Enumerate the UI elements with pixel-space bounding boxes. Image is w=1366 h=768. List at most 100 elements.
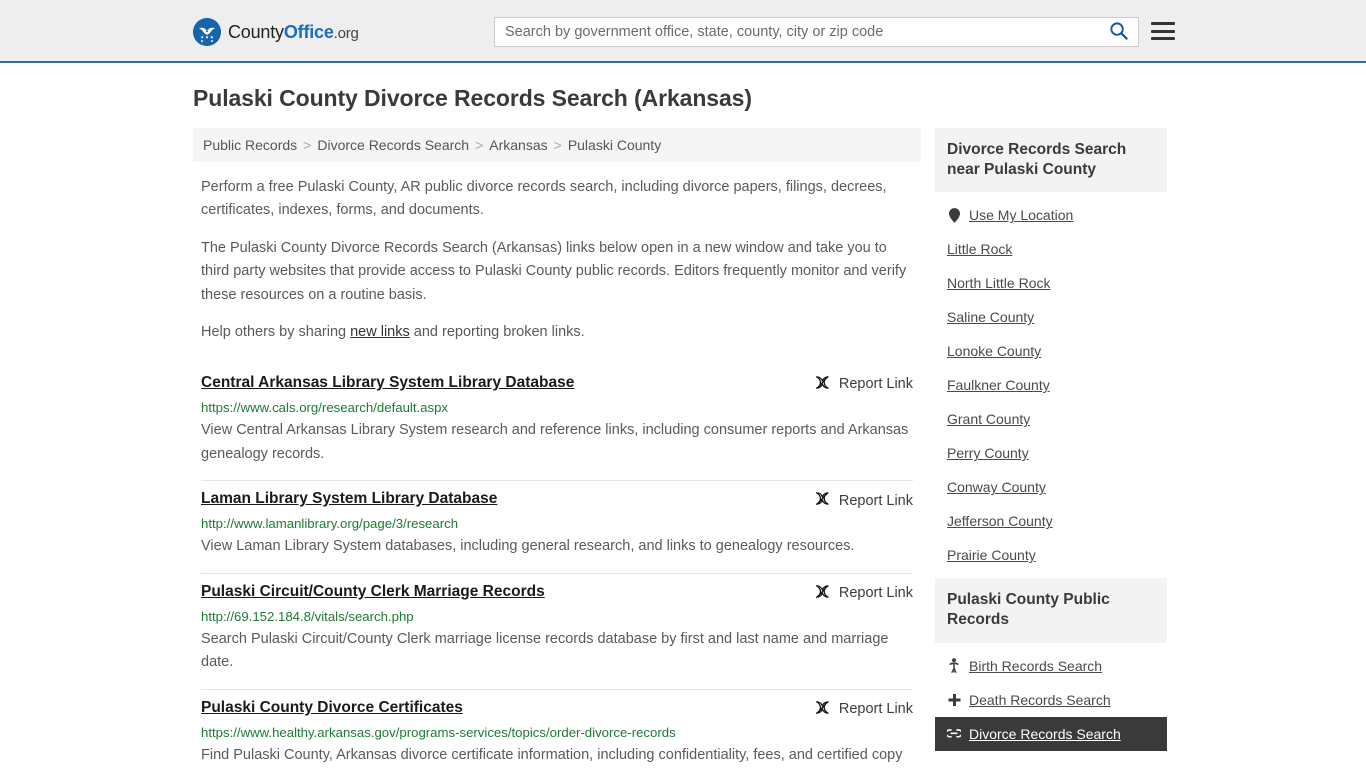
search-button[interactable]	[1098, 18, 1138, 46]
report-link-label: Report Link	[838, 585, 913, 602]
breadcrumb-item-arkansas[interactable]: Arkansas	[489, 137, 547, 153]
report-link-label: Report Link	[838, 376, 913, 393]
sidebar: Divorce Records Search near Pulaski Coun…	[935, 128, 1167, 757]
result-header: Central Arkansas Library System Library …	[201, 373, 913, 395]
baby-icon	[947, 658, 961, 673]
result-item: Pulaski Circuit/County Clerk Marriage Re…	[201, 574, 913, 690]
result-title-link[interactable]: Pulaski Circuit/County Clerk Marriage Re…	[201, 582, 545, 602]
sidebar-item-divorce-records-search[interactable]: Divorce Records Search	[935, 716, 1167, 751]
site-header: CountyOffice.org	[0, 0, 1366, 63]
result-url: http://www.lamanlibrary.org/page/3/resea…	[201, 516, 459, 532]
sidebar-public-records-heading: Pulaski County Public Records	[935, 578, 1167, 643]
sidebar-item-label: Grant County	[947, 411, 1031, 428]
sidebar-item-saline-county[interactable]: Saline County	[935, 300, 1167, 334]
result-header: Laman Library System Library Database Re…	[201, 489, 913, 511]
breadcrumb: Public Records > Divorce Records Search …	[193, 128, 921, 162]
sidebar-item-grant-county[interactable]: Grant County	[935, 402, 1167, 436]
sidebar-item-label: Little Rock	[947, 241, 1013, 258]
result-description: Search Pulaski Circuit/County Clerk marr…	[201, 630, 889, 671]
breadcrumb-item-divorce-records-search[interactable]: Divorce Records Search	[317, 137, 469, 153]
result-item: Central Arkansas Library System Library …	[201, 365, 913, 482]
sidebar-public-records-box: Pulaski County Public Records Birth Reco…	[935, 578, 1167, 751]
sidebar-item-north-little-rock[interactable]: North Little Rock	[935, 266, 1167, 300]
result-description: View Laman Library System databases, inc…	[201, 538, 855, 555]
cross-icon	[947, 693, 961, 707]
sidebar-item-label: Birth Records Search	[969, 657, 1103, 674]
site-logo-text: CountyOffice.org	[228, 22, 359, 43]
broken-link-icon	[814, 374, 831, 395]
content-columns: Public Records > Divorce Records Search …	[193, 128, 1173, 768]
new-links-link[interactable]: new links	[350, 324, 410, 340]
county-office-eagle-icon	[193, 18, 221, 46]
hamburger-bar-2	[1151, 29, 1175, 33]
sidebar-item-label: Use My Location	[969, 207, 1074, 224]
report-link-button[interactable]: Report Link	[814, 489, 913, 511]
intro-paragraph-1: Perform a free Pulaski County, AR public…	[201, 179, 887, 219]
breadcrumb-separator: >	[553, 137, 562, 153]
result-header: Pulaski Circuit/County Clerk Marriage Re…	[201, 582, 913, 604]
result-url: https://www.cals.org/research/default.as…	[201, 399, 449, 415]
sidebar-item-label: Prairie County	[947, 547, 1036, 564]
intro-paragraph-2: The Pulaski County Divorce Records Searc…	[201, 239, 907, 303]
sidebar-item-label: North Little Rock	[947, 275, 1051, 292]
report-link-label: Report Link	[838, 701, 913, 718]
brand-part-tld: .org	[333, 24, 359, 42]
sidebar-item-death-records-search[interactable]: Death Records Search	[935, 683, 1167, 717]
result-description: View Central Arkansas Library System res…	[201, 422, 909, 462]
intro-paragraph-3: Help others by sharing new links and rep…	[201, 321, 913, 344]
report-link-button[interactable]: Report Link	[814, 373, 913, 395]
page-title: Pulaski County Divorce Records Search (A…	[193, 85, 752, 111]
result-url: https://www.healthy.arkansas.gov/program…	[201, 724, 676, 740]
result-title-link[interactable]: Central Arkansas Library System Library …	[201, 373, 574, 393]
header-inner: CountyOffice.org	[0, 0, 1366, 61]
site-logo[interactable]: CountyOffice.org	[193, 18, 359, 46]
sidebar-item-conway-county[interactable]: Conway County	[935, 470, 1167, 504]
sidebar-item-birth-records-search[interactable]: Birth Records Search	[935, 649, 1167, 683]
sidebar-item-label: Saline County	[947, 309, 1035, 326]
hamburger-bar-1	[1151, 22, 1175, 25]
result-title-link[interactable]: Laman Library System Library Database	[201, 489, 497, 509]
result-item: Laman Library System Library Database Re…	[201, 481, 913, 574]
sidebar-item-jefferson-county[interactable]: Jefferson County	[935, 504, 1167, 538]
breadcrumb-item-pulaski-county[interactable]: Pulaski County	[568, 137, 661, 153]
breadcrumb-separator: >	[475, 137, 484, 153]
search-bar[interactable]	[494, 17, 1139, 47]
sidebar-item-faulkner-county[interactable]: Faulkner County	[935, 368, 1167, 402]
report-link-button[interactable]: Report Link	[814, 698, 913, 720]
sidebar-item-use-my-location[interactable]: Use My Location	[935, 198, 1167, 232]
result-title-link[interactable]: Pulaski County Divorce Certificates	[201, 698, 463, 718]
search-input[interactable]	[495, 18, 1098, 46]
sidebar-item-lonoke-county[interactable]: Lonoke County	[935, 334, 1167, 368]
report-link-button[interactable]: Report Link	[814, 582, 913, 604]
sidebar-item-prairie-county[interactable]: Prairie County	[935, 538, 1167, 572]
sidebar-item-label: Lonoke County	[947, 343, 1042, 360]
broken-link-icon	[814, 583, 831, 604]
brand-part-office: Office	[283, 21, 334, 42]
sidebar-nearby-list: Use My Location Little Rock North Little…	[935, 192, 1167, 572]
menu-button[interactable]	[1151, 20, 1175, 42]
sidebar-item-little-rock[interactable]: Little Rock	[935, 232, 1167, 266]
sidebar-item-label: Perry County	[947, 445, 1029, 462]
sidebar-nearby-box: Divorce Records Search near Pulaski Coun…	[935, 128, 1167, 572]
sidebar-item-label: Jefferson County	[947, 513, 1053, 530]
sidebar-item-perry-county[interactable]: Perry County	[935, 436, 1167, 470]
result-description: Find Pulaski County, Arkansas divorce ce…	[201, 746, 903, 763]
result-header: Pulaski County Divorce Certificates Repo…	[201, 698, 913, 720]
sidebar-item-label: Death Records Search	[969, 691, 1111, 708]
sidebar-public-records-list: Birth Records Search Death Records Searc…	[935, 643, 1167, 751]
map-pin-icon	[947, 207, 961, 223]
result-url: http://69.152.184.8/vitals/search.php	[201, 608, 414, 624]
breadcrumb-item-public-records[interactable]: Public Records	[203, 137, 297, 153]
broken-ring-icon	[947, 728, 961, 739]
report-link-label: Report Link	[838, 492, 913, 509]
main-column: Public Records > Divorce Records Search …	[193, 128, 921, 768]
breadcrumb-separator: >	[303, 137, 312, 153]
search-icon	[1109, 21, 1128, 43]
sidebar-item-label: Divorce Records Search	[969, 725, 1121, 742]
sidebar-item-label: Faulkner County	[947, 377, 1050, 394]
intro-p3-after: and reporting broken links.	[409, 324, 585, 341]
intro-text: Perform a free Pulaski County, AR public…	[193, 176, 921, 345]
sidebar-item-label: Conway County	[947, 479, 1046, 496]
hamburger-bar-3	[1151, 37, 1175, 40]
results-list: Central Arkansas Library System Library …	[193, 365, 921, 768]
